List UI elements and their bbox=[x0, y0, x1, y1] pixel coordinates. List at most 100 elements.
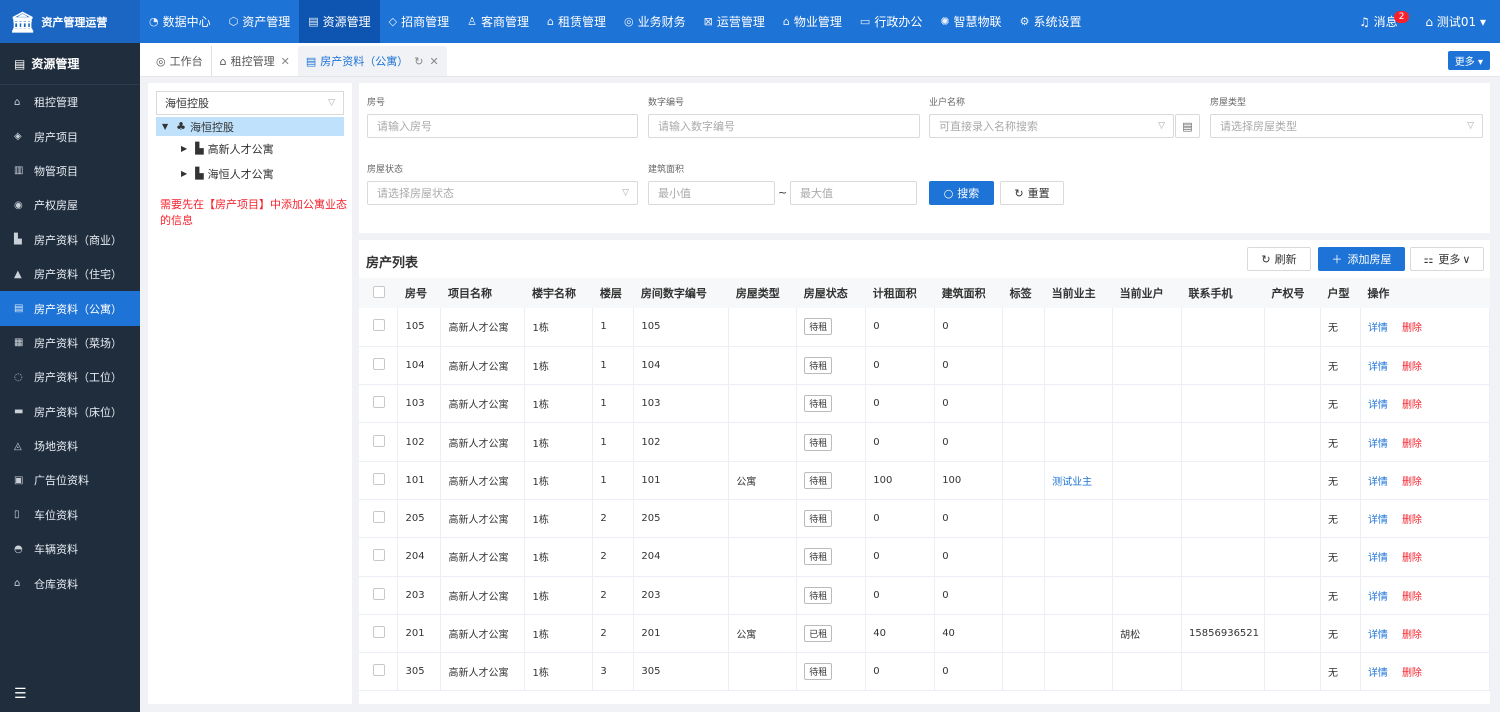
close-icon[interactable]: ✕ bbox=[281, 55, 290, 68]
cell-project: 高新人才公寓 bbox=[440, 652, 526, 692]
search-button[interactable]: ○ 搜索 bbox=[929, 181, 994, 205]
detail-link[interactable]: 详情 bbox=[1368, 439, 1388, 450]
detail-link[interactable]: 详情 bbox=[1368, 323, 1388, 334]
reset-button[interactable]: ↻ 重置 bbox=[1000, 181, 1064, 205]
sidebar-item-venue[interactable]: ◬ 场地资料 bbox=[0, 429, 140, 463]
tab-workbench[interactable]: ◎ 工作台 bbox=[148, 46, 211, 76]
detail-link[interactable]: 详情 bbox=[1368, 553, 1388, 564]
row-checkbox[interactable] bbox=[359, 614, 399, 654]
sidebar-item-ad-space[interactable]: ▣ 广告位资料 bbox=[0, 463, 140, 497]
tree-panel: 海恒控股 ▽ ▼ ♣ 海恒控股 ▶ ▙ 高新人才公寓 ▶ ▙ 海恒人才公寓 需要先在【房产项目… bbox=[148, 83, 352, 704]
sidebar-item-bed[interactable]: ▬ 房产资料（床位） bbox=[0, 395, 140, 429]
nav-iot[interactable]: ✺ 智慧物联 bbox=[931, 0, 1010, 43]
close-icon[interactable]: ✕ bbox=[429, 55, 438, 68]
status-badge: 待租 bbox=[804, 356, 833, 374]
nav-asset-management[interactable]: ⬡ 资产管理 bbox=[220, 0, 300, 43]
app-logo[interactable]: 🏛 资产管理运营 bbox=[0, 0, 140, 43]
delete-link[interactable]: 删除 bbox=[1402, 553, 1422, 564]
tabs-more-button[interactable]: 更多 ▾ bbox=[1447, 51, 1490, 70]
nav-admin-office[interactable]: ▭ 行政办公 bbox=[851, 0, 931, 43]
sidebar-item-workstation[interactable]: ◌ 房产资料（工位） bbox=[0, 360, 140, 394]
sidebar-item-title-house[interactable]: ◉ 产权房屋 bbox=[0, 188, 140, 222]
app-title: 资产管理运营 bbox=[41, 15, 108, 29]
cell-layout-text: 无 bbox=[1327, 323, 1338, 335]
digital-no-input[interactable]: 请输入数字编号 bbox=[648, 114, 920, 138]
sidebar-item-commercial[interactable]: ▙ 房产资料（商业） bbox=[0, 223, 140, 257]
cell-type bbox=[728, 652, 798, 692]
select-all-checkbox[interactable] bbox=[359, 278, 398, 308]
cell-building-text: 1栋 bbox=[532, 361, 549, 373]
cell-layout: 无 bbox=[1320, 461, 1361, 500]
nav-settings[interactable]: ⚙ 系统设置 bbox=[1011, 0, 1091, 43]
delete-link[interactable]: 删除 bbox=[1402, 668, 1422, 679]
detail-link[interactable]: 详情 bbox=[1368, 630, 1388, 641]
area-max-input[interactable]: 最大值 bbox=[790, 181, 917, 205]
nav-leasing[interactable]: ⌂ 租赁管理 bbox=[538, 0, 615, 43]
delete-link[interactable]: 删除 bbox=[1402, 630, 1422, 641]
sidebar-item-market[interactable]: ▦ 房产资料（菜场） bbox=[0, 326, 140, 360]
sidebar-item-parking[interactable]: ▯ 车位资料 bbox=[0, 498, 140, 532]
tab-lease-control[interactable]: ⌂ 租控管理 ✕ bbox=[210, 46, 298, 76]
collapse-menu-icon[interactable]: ☰ bbox=[14, 686, 27, 702]
sidebar-item-vehicle[interactable]: ◓ 车辆资料 bbox=[0, 532, 140, 566]
nav-resource-management[interactable]: ▤ 资源管理 bbox=[299, 0, 380, 43]
nav-finance[interactable]: ◎ 业务财务 bbox=[615, 0, 695, 43]
cell-owner[interactable]: 测试业主 bbox=[1044, 461, 1114, 500]
sidebar-item-lease-control[interactable]: ⌂ 租控管理 bbox=[0, 85, 140, 119]
sidebar-item-pm-project[interactable]: ▥ 物管项目 bbox=[0, 154, 140, 188]
row-checkbox[interactable] bbox=[359, 384, 399, 424]
row-checkbox[interactable] bbox=[359, 652, 399, 692]
tree-node-root[interactable]: ▼ ♣ 海恒控股 bbox=[156, 117, 344, 136]
caret-right-icon[interactable]: ▶ bbox=[181, 144, 187, 153]
refresh-icon[interactable]: ↻ bbox=[414, 55, 423, 68]
delete-link[interactable]: 删除 bbox=[1402, 515, 1422, 526]
caret-down-icon[interactable]: ▼ bbox=[162, 122, 168, 131]
room-status-select[interactable]: 请选择房屋状态 ▽ bbox=[367, 181, 638, 205]
delete-link[interactable]: 删除 bbox=[1402, 439, 1422, 450]
detail-link[interactable]: 详情 bbox=[1368, 400, 1388, 411]
owner-picker-button[interactable]: ▤ bbox=[1175, 114, 1200, 138]
owner-name-input[interactable]: 可直接录入名称搜索 ▽ bbox=[929, 114, 1174, 138]
detail-link[interactable]: 详情 bbox=[1368, 515, 1388, 526]
nav-operation[interactable]: ⊠ 运营管理 bbox=[695, 0, 774, 43]
room-type-select[interactable]: 请选择房屋类型 ▽ bbox=[1210, 114, 1483, 138]
refresh-button[interactable]: ↻ 刷新 bbox=[1247, 247, 1311, 271]
nav-data-center[interactable]: ◔ 数据中心 bbox=[140, 0, 220, 43]
row-checkbox[interactable] bbox=[359, 346, 399, 386]
add-house-button[interactable]: ＋ 添加房屋 bbox=[1318, 247, 1405, 271]
company-select[interactable]: 海恒控股 ▽ bbox=[156, 91, 344, 115]
delete-link[interactable]: 删除 bbox=[1402, 362, 1422, 373]
sidebar-item-apartment[interactable]: ▤ 房产资料（公寓） bbox=[0, 291, 140, 326]
detail-link[interactable]: 详情 bbox=[1368, 362, 1388, 373]
sidebar-item-warehouse[interactable]: ⌂ 仓库资料 bbox=[0, 566, 140, 600]
room-no-input[interactable]: 请输入房号 bbox=[367, 114, 638, 138]
tree-node-child[interactable]: ▶ ▙ 高新人才公寓 bbox=[148, 136, 352, 161]
delete-link[interactable]: 删除 bbox=[1402, 477, 1422, 488]
sidebar-item-residential[interactable]: ▲ 房产资料（住宅） bbox=[0, 257, 140, 291]
tab-apartment[interactable]: ▤ 房产资料（公寓） ↻ ✕ bbox=[297, 46, 447, 76]
row-checkbox[interactable] bbox=[359, 461, 399, 500]
row-checkbox[interactable] bbox=[359, 537, 399, 577]
row-checkbox[interactable] bbox=[359, 422, 399, 462]
row-checkbox[interactable] bbox=[359, 308, 399, 347]
cell-floor-text: 3 bbox=[600, 666, 607, 678]
delete-link[interactable]: 删除 bbox=[1402, 323, 1422, 334]
messages-button[interactable]: ♫ 消息2 bbox=[1359, 11, 1410, 30]
detail-link[interactable]: 详情 bbox=[1368, 668, 1388, 679]
row-checkbox[interactable] bbox=[359, 499, 399, 539]
delete-link[interactable]: 删除 bbox=[1402, 592, 1422, 603]
sidebar-item-property-project[interactable]: ◈ 房产项目 bbox=[0, 119, 140, 153]
nav-merchant[interactable]: ♙ 客商管理 bbox=[458, 0, 538, 43]
user-menu[interactable]: ⌂ 测试01 ▾ bbox=[1425, 13, 1486, 30]
detail-link[interactable]: 详情 bbox=[1368, 592, 1388, 603]
detail-link[interactable]: 详情 bbox=[1368, 477, 1388, 488]
gear-icon: ⚙ bbox=[1019, 15, 1030, 28]
nav-investment[interactable]: ◇ 招商管理 bbox=[380, 0, 458, 43]
row-checkbox[interactable] bbox=[359, 576, 399, 615]
tree-node-child[interactable]: ▶ ▙ 海恒人才公寓 bbox=[148, 161, 352, 186]
list-more-button[interactable]: ⚏ 更多 ∨ bbox=[1410, 247, 1484, 271]
area-min-input[interactable]: 最小值 bbox=[648, 181, 775, 205]
caret-right-icon[interactable]: ▶ bbox=[181, 169, 187, 178]
nav-property[interactable]: ⌂ 物业管理 bbox=[774, 0, 851, 43]
delete-link[interactable]: 删除 bbox=[1402, 400, 1422, 411]
